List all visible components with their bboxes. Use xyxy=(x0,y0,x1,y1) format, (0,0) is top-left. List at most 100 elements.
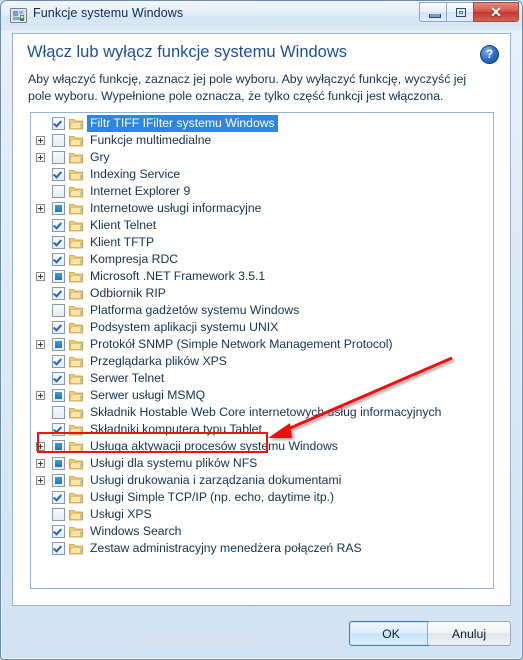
list-item[interactable]: Protokół SNMP (Simple Network Management… xyxy=(31,336,493,353)
list-item[interactable]: Windows Search xyxy=(31,523,493,540)
list-item[interactable]: Internet Explorer 9 xyxy=(31,183,493,200)
window-title: Funkcje systemu Windows xyxy=(33,6,184,20)
list-item[interactable]: Zestaw administracyjny menedżera połącze… xyxy=(31,540,493,557)
list-item[interactable]: Microsoft .NET Framework 3.5.1 xyxy=(31,268,493,285)
list-item-label: Składnik Hostable Web Core internetowych… xyxy=(90,405,442,419)
list-item-label: Platforma gadżetów systemu Windows xyxy=(90,303,300,317)
expand-plus-icon[interactable] xyxy=(36,476,45,485)
feature-checkbox[interactable] xyxy=(52,406,65,419)
list-item-label: Odbiornik RIP xyxy=(90,286,166,300)
list-item-label: Microsoft .NET Framework 3.5.1 xyxy=(90,269,266,283)
expand-plus-icon[interactable] xyxy=(36,136,45,145)
folder-icon xyxy=(69,374,83,385)
title-bar[interactable]: Funkcje systemu Windows ✕ xyxy=(1,1,522,30)
list-item-label: Gry xyxy=(90,150,110,164)
windows-features-icon xyxy=(10,8,27,23)
folder-icon xyxy=(69,255,83,266)
expand-plus-icon[interactable] xyxy=(36,340,45,349)
list-item-label: Filtr TIFF IFilter systemu Windows xyxy=(87,115,278,132)
list-item[interactable]: Serwer Telnet xyxy=(31,370,493,387)
feature-checkbox[interactable] xyxy=(52,321,65,334)
list-item[interactable]: Usługi dla systemu plików NFS xyxy=(31,455,493,472)
feature-checkbox[interactable] xyxy=(52,338,65,351)
list-item-label: Indexing Service xyxy=(90,167,181,181)
feature-checkbox[interactable] xyxy=(52,491,65,504)
folder-icon xyxy=(69,510,83,521)
folder-icon xyxy=(69,119,83,130)
expand-plus-icon[interactable] xyxy=(36,272,45,281)
folder-icon xyxy=(69,289,83,300)
list-item[interactable]: Gry xyxy=(31,149,493,166)
feature-checkbox[interactable] xyxy=(52,185,65,198)
list-item-label: Serwer Telnet xyxy=(90,371,165,385)
close-icon: ✕ xyxy=(490,3,502,20)
list-item[interactable]: Filtr TIFF IFilter systemu Windows xyxy=(31,115,493,132)
folder-icon xyxy=(69,408,83,419)
list-item[interactable]: Serwer usługi MSMQ xyxy=(31,387,493,404)
feature-checkbox[interactable] xyxy=(52,525,65,538)
list-item-label: Windows Search xyxy=(90,524,182,538)
feature-checkbox[interactable] xyxy=(52,168,65,181)
list-item[interactable]: Składnik Hostable Web Core internetowych… xyxy=(31,404,493,421)
list-item[interactable]: Przeglądarka plików XPS xyxy=(31,353,493,370)
feature-checkbox[interactable] xyxy=(52,508,65,521)
feature-checkbox[interactable] xyxy=(52,355,65,368)
feature-checkbox[interactable] xyxy=(52,253,65,266)
close-button[interactable]: ✕ xyxy=(473,2,519,22)
list-item[interactable]: Klient TFTP xyxy=(31,234,493,251)
feature-checkbox[interactable] xyxy=(52,389,65,402)
maximize-restore-button[interactable] xyxy=(446,2,474,22)
list-item[interactable]: Platforma gadżetów systemu Windows xyxy=(31,302,493,319)
features-listbox[interactable]: Filtr TIFF IFilter systemu Windows Funkcj… xyxy=(30,112,494,589)
expand-plus-icon[interactable] xyxy=(36,391,45,400)
feature-checkbox[interactable] xyxy=(52,474,65,487)
list-item[interactable]: Funkcje multimedialne xyxy=(31,132,493,149)
feature-checkbox[interactable] xyxy=(52,202,65,215)
expand-plus-icon[interactable] xyxy=(36,204,45,213)
list-item-label: Internetowe usługi informacyjne xyxy=(90,201,262,215)
cancel-button[interactable]: Anuluj xyxy=(427,621,511,646)
feature-checkbox[interactable] xyxy=(52,542,65,555)
folder-icon xyxy=(69,187,83,198)
ok-button[interactable]: OK xyxy=(349,621,433,646)
help-icon: ? xyxy=(485,47,494,61)
feature-checkbox[interactable] xyxy=(52,287,65,300)
list-item[interactable]: Odbiornik RIP xyxy=(31,285,493,302)
ok-button-label: OK xyxy=(382,626,400,641)
folder-icon xyxy=(69,170,83,181)
list-item[interactable]: Kompresja RDC xyxy=(31,251,493,268)
list-item-label: Usługi Simple TCP/IP (np. echo, daytime … xyxy=(90,490,335,504)
minimize-button[interactable] xyxy=(419,2,447,22)
feature-checkbox[interactable] xyxy=(52,134,65,147)
feature-checkbox[interactable] xyxy=(52,219,65,232)
folder-icon xyxy=(69,204,83,215)
windows-features-dialog: Funkcje systemu Windows ✕ Włącz lub wyłą… xyxy=(0,0,523,660)
feature-checkbox[interactable] xyxy=(52,372,65,385)
help-button[interactable]: ? xyxy=(480,45,499,64)
folder-icon xyxy=(69,544,83,555)
expand-plus-icon[interactable] xyxy=(36,153,45,162)
list-item-label: Przeglądarka plików XPS xyxy=(90,354,227,368)
feature-checkbox[interactable] xyxy=(52,304,65,317)
list-item[interactable]: Klient Telnet xyxy=(31,217,493,234)
folder-icon xyxy=(69,459,83,470)
expand-plus-icon[interactable] xyxy=(36,459,45,468)
list-item-label: Klient Telnet xyxy=(90,218,157,232)
folder-icon xyxy=(69,306,83,317)
feature-checkbox[interactable] xyxy=(52,457,65,470)
feature-checkbox[interactable] xyxy=(52,117,65,130)
feature-checkbox[interactable] xyxy=(52,270,65,283)
highlight-rectangle xyxy=(37,432,268,453)
list-item[interactable]: Usługi drukowania i zarządzania dokument… xyxy=(31,472,493,489)
feature-checkbox[interactable] xyxy=(52,236,65,249)
list-item[interactable]: Indexing Service xyxy=(31,166,493,183)
feature-checkbox[interactable] xyxy=(52,151,65,164)
list-item[interactable]: Usługi Simple TCP/IP (np. echo, daytime … xyxy=(31,489,493,506)
list-item[interactable]: Podsystem aplikacji systemu UNIX xyxy=(31,319,493,336)
list-item[interactable]: Internetowe usługi informacyjne xyxy=(31,200,493,217)
list-item-label: Protokół SNMP (Simple Network Management… xyxy=(90,337,393,351)
list-item-label: Usługi drukowania i zarządzania dokument… xyxy=(90,473,342,487)
features-list: Filtr TIFF IFilter systemu Windows Funkcj… xyxy=(31,113,493,557)
list-item[interactable]: Usługi XPS xyxy=(31,506,493,523)
list-item-label: Kompresja RDC xyxy=(90,252,179,266)
